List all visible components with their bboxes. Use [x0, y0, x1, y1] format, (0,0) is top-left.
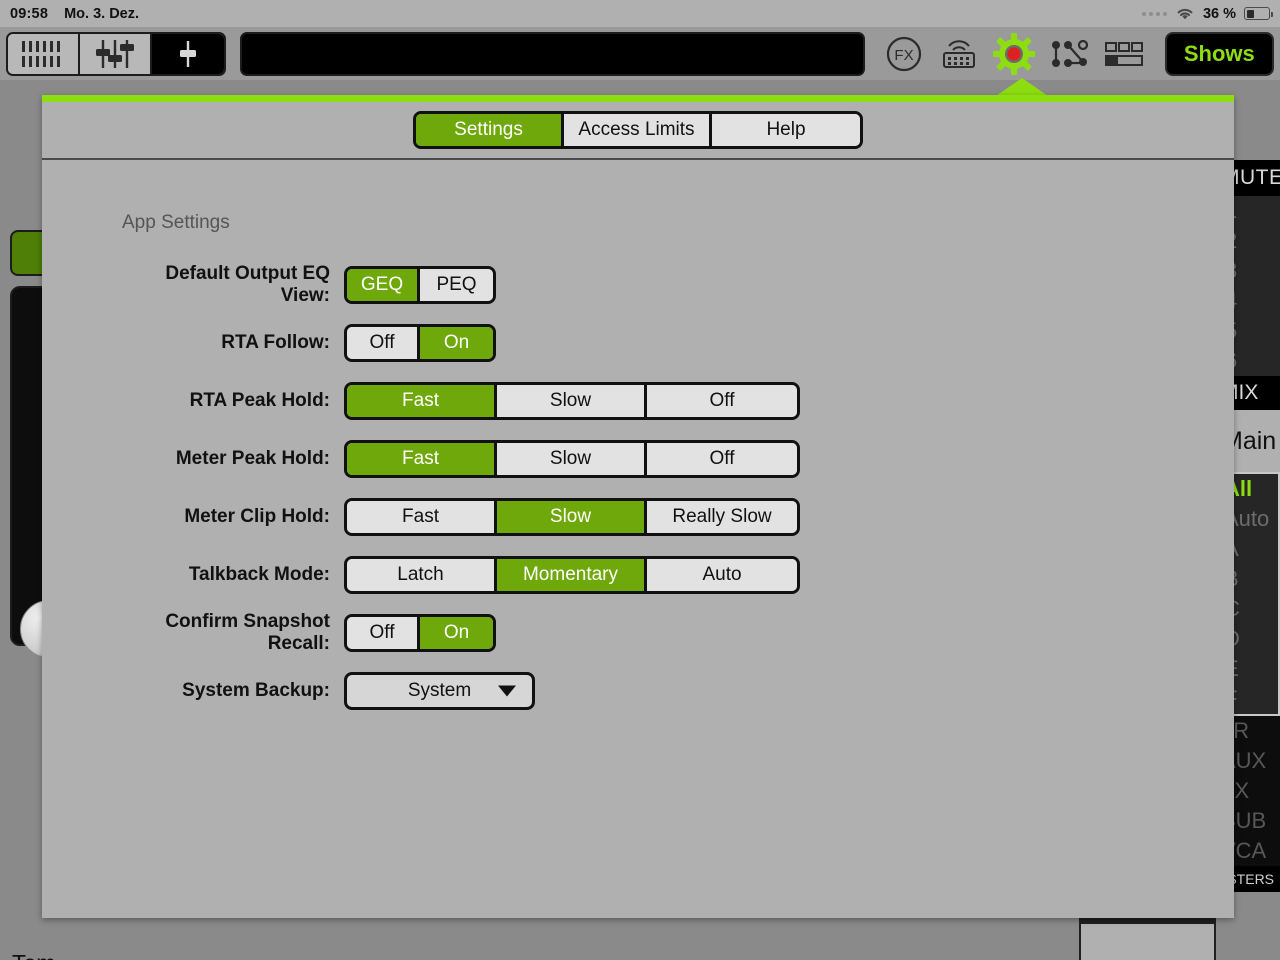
app-root: 09:58 Mo. 3. Dez. 36 % FX Shows MUTE MIX…: [0, 0, 1280, 960]
option-off[interactable]: Off: [347, 617, 420, 649]
chevron-down-icon: [498, 685, 516, 697]
option-slow[interactable]: Slow: [497, 385, 647, 417]
option-off[interactable]: Off: [647, 443, 797, 475]
talkback-mode-control[interactable]: Latch Momentary Auto: [344, 556, 800, 594]
setting-row-confirm-snapshot-recall: Confirm Snapshot Recall: Off On: [122, 604, 1234, 662]
status-date: Mo. 3. Dez.: [64, 5, 140, 22]
option-off[interactable]: Off: [647, 385, 797, 417]
status-time: 09:58: [10, 5, 49, 22]
settings-popover: Settings Access Limits Help App Settings…: [42, 95, 1234, 918]
option-really-slow[interactable]: Really Slow: [647, 501, 797, 533]
rta-peak-hold-control[interactable]: Fast Slow Off: [344, 382, 800, 420]
option-fast[interactable]: Fast: [347, 385, 497, 417]
signal-dots-icon: [1141, 11, 1167, 16]
setting-row-system-backup: System Backup: System: [122, 662, 1234, 720]
view-mode-segmented-control[interactable]: [6, 31, 226, 76]
svg-text:FX: FX: [894, 47, 913, 64]
toolbar-display-strip[interactable]: [239, 31, 865, 76]
option-slow[interactable]: Slow: [497, 443, 647, 475]
status-right-group: 36 %: [1141, 5, 1273, 22]
shows-button[interactable]: Shows: [1164, 31, 1274, 76]
system-backup-dropdown[interactable]: System: [344, 672, 535, 710]
option-fast[interactable]: Fast: [347, 443, 497, 475]
default-output-eq-view-control[interactable]: GEQ PEQ: [344, 266, 496, 304]
fx-icon[interactable]: FX: [883, 34, 925, 74]
setting-row-meter-clip-hold: Meter Clip Hold: Fast Slow Really Slow: [122, 488, 1234, 546]
option-off[interactable]: Off: [347, 327, 420, 359]
section-title-app-settings: App Settings: [122, 212, 230, 233]
tab-help[interactable]: Help: [712, 114, 860, 146]
wireless-keyboard-icon[interactable]: [938, 34, 980, 74]
setting-label: Talkback Mode:: [188, 564, 330, 585]
status-bar: 09:58 Mo. 3. Dez. 36 %: [0, 0, 1280, 27]
option-on[interactable]: On: [420, 617, 493, 649]
rta-follow-control[interactable]: Off On: [344, 324, 496, 362]
setting-label: Meter Clip Hold:: [184, 506, 330, 527]
setting-label: System Backup:: [182, 680, 330, 701]
option-momentary[interactable]: Momentary: [497, 559, 647, 591]
background-panel-bottom-right-2: [1081, 924, 1214, 960]
battery-icon: [1244, 7, 1273, 20]
popover-arrow: [996, 78, 1048, 96]
option-geq[interactable]: GEQ: [347, 269, 420, 301]
tempo-label: Tem: [12, 950, 55, 960]
setting-label: Meter Peak Hold:: [175, 448, 330, 469]
settings-body: App Settings Default Output EQ View: GEQ…: [42, 160, 1234, 720]
meter-clip-hold-control[interactable]: Fast Slow Really Slow: [344, 498, 800, 536]
view-button-faders[interactable]: [80, 33, 152, 74]
option-auto[interactable]: Auto: [647, 559, 797, 591]
option-latch[interactable]: Latch: [347, 559, 497, 591]
setting-row-default-output-eq-view: Default Output EQ View: GEQ PEQ: [122, 256, 1234, 314]
option-peq[interactable]: PEQ: [420, 269, 493, 301]
option-on[interactable]: On: [420, 327, 493, 359]
setting-label: RTA Follow:: [221, 332, 330, 353]
battery-percent: 36 %: [1202, 5, 1236, 22]
setting-label: Confirm Snapshot Recall:: [165, 611, 330, 654]
view-button-single-fader[interactable]: [152, 33, 224, 74]
setting-row-meter-peak-hold: Meter Peak Hold: Fast Slow Off: [122, 430, 1234, 488]
setting-row-rta-peak-hold: RTA Peak Hold: Fast Slow Off: [122, 372, 1234, 430]
tab-settings[interactable]: Settings: [416, 114, 564, 146]
option-fast[interactable]: Fast: [347, 501, 497, 533]
meter-peak-hold-control[interactable]: Fast Slow Off: [344, 440, 800, 478]
tab-access-limits[interactable]: Access Limits: [564, 114, 712, 146]
popover-tab-bar[interactable]: Settings Access Limits Help: [413, 111, 863, 149]
setting-label: RTA Peak Hold:: [189, 390, 330, 411]
toolbar-icon-group: FX: [883, 32, 1145, 75]
routing-icon[interactable]: [1048, 34, 1090, 74]
gear-icon[interactable]: [992, 32, 1035, 75]
popover-header: Settings Access Limits Help: [42, 102, 1234, 160]
mute-groups-icon[interactable]: [1103, 34, 1145, 74]
wifi-icon: [1175, 6, 1195, 21]
option-slow[interactable]: Slow: [497, 501, 647, 533]
setting-row-talkback-mode: Talkback Mode: Latch Momentary Auto: [122, 546, 1234, 604]
confirm-snapshot-recall-control[interactable]: Off On: [344, 614, 496, 652]
system-backup-value: System: [407, 680, 472, 701]
view-button-channel-strips[interactable]: [8, 33, 80, 74]
setting-row-rta-follow: RTA Follow: Off On: [122, 314, 1234, 372]
setting-label: Default Output EQ View:: [165, 263, 330, 306]
top-toolbar: FX Shows: [0, 27, 1280, 80]
